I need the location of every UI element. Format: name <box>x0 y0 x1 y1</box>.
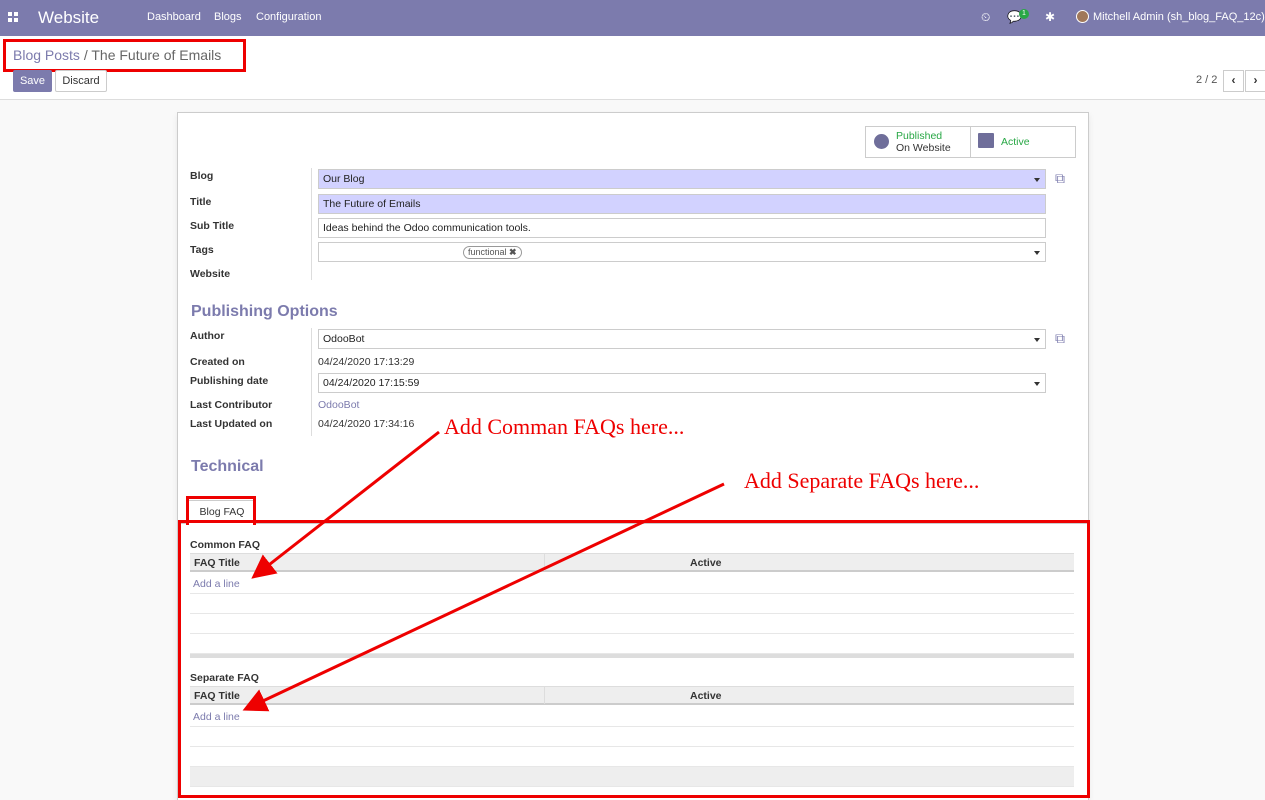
common-faq-annotation: Add Comman FAQs here... <box>444 414 685 439</box>
faq-highlight-box <box>178 520 1090 798</box>
tags-label: Tags <box>190 244 214 256</box>
avatar[interactable] <box>1076 10 1089 23</box>
subtitle-label: Sub Title <box>190 220 235 232</box>
apps-menu-icon[interactable] <box>8 12 19 23</box>
title-label: Title <box>190 196 212 208</box>
published-stat-button[interactable]: Published On Website <box>866 127 971 157</box>
publishing-options-heading: Publishing Options <box>191 303 338 320</box>
separate-faq-annotation: Add Separate FAQs here... <box>744 468 980 493</box>
publishing-date-value: 04/24/2020 17:15:59 <box>323 377 420 389</box>
globe-icon <box>874 134 889 149</box>
breadcrumb-highlight-box <box>3 39 246 72</box>
save-button[interactable]: Save <box>13 70 52 92</box>
stat-buttons: Published On Website Active <box>865 126 1076 158</box>
tag-label: functional <box>468 247 507 257</box>
on-website-label: On Website <box>896 142 951 154</box>
chevron-down-icon[interactable] <box>1034 178 1040 182</box>
chevron-down-icon[interactable] <box>1034 251 1040 255</box>
field-separator <box>311 168 312 280</box>
author-field[interactable]: OdooBot <box>318 329 1046 349</box>
menu-configuration[interactable]: Configuration <box>256 11 321 23</box>
menu-dashboard[interactable]: Dashboard <box>147 11 201 23</box>
external-link-icon[interactable]: ⧉ <box>1055 170 1065 187</box>
activity-clock-icon[interactable]: ⏲ <box>981 10 990 25</box>
archive-icon <box>978 133 994 148</box>
published-label: Published <box>896 130 943 142</box>
last-updated-label: Last Updated on <box>190 418 273 430</box>
last-updated-value: 04/24/2020 17:34:16 <box>318 418 415 430</box>
tag-functional[interactable]: functional ✖ <box>463 246 522 259</box>
remove-tag-icon[interactable]: ✖ <box>509 247 517 257</box>
chevron-down-icon[interactable] <box>1034 338 1040 342</box>
top-navbar: Website Dashboard Blogs Configuration ⏲ … <box>0 0 1265 36</box>
subtitle-field[interactable]: Ideas behind the Odoo communication tool… <box>318 218 1046 238</box>
menu-blogs[interactable]: Blogs <box>214 11 242 23</box>
field-separator <box>311 328 312 436</box>
technical-heading: Technical <box>191 458 264 475</box>
created-on-value: 04/24/2020 17:13:29 <box>318 356 415 368</box>
debug-bug-icon[interactable]: ✱ <box>1045 10 1055 24</box>
author-value: OdooBot <box>323 333 365 345</box>
discard-button[interactable]: Discard <box>55 70 107 92</box>
pager-value: 2 / 2 <box>1196 74 1218 86</box>
external-link-icon[interactable]: ⧉ <box>1055 330 1065 347</box>
publishing-date-label: Publishing date <box>190 375 269 387</box>
last-contributor-label: Last Contributor <box>190 399 273 411</box>
chevron-down-icon[interactable] <box>1034 382 1040 386</box>
website-label: Website <box>190 268 231 280</box>
control-panel: Blog Posts / The Future of Emails Save D… <box>0 36 1265 100</box>
active-label: Active <box>1001 136 1030 148</box>
message-count-badge: 1 <box>1019 9 1029 19</box>
blog-label: Blog <box>190 170 214 182</box>
active-stat-button[interactable]: Active <box>971 127 1076 157</box>
pager-previous-button[interactable]: ‹ <box>1223 70 1244 92</box>
tags-field[interactable]: functional ✖ <box>318 242 1046 262</box>
pager-next-button[interactable]: › <box>1245 70 1265 92</box>
title-field[interactable]: The Future of Emails <box>318 194 1046 214</box>
user-menu[interactable]: Mitchell Admin (sh_blog_FAQ_12c) <box>1093 11 1265 23</box>
blog-field[interactable]: Our Blog <box>318 169 1046 189</box>
publishing-date-field[interactable]: 04/24/2020 17:15:59 <box>318 373 1046 393</box>
last-contributor-link[interactable]: OdooBot <box>318 399 359 411</box>
author-label: Author <box>190 330 225 342</box>
app-title[interactable]: Website <box>38 8 99 28</box>
blog-value: Our Blog <box>323 173 365 185</box>
created-on-label: Created on <box>190 356 245 368</box>
